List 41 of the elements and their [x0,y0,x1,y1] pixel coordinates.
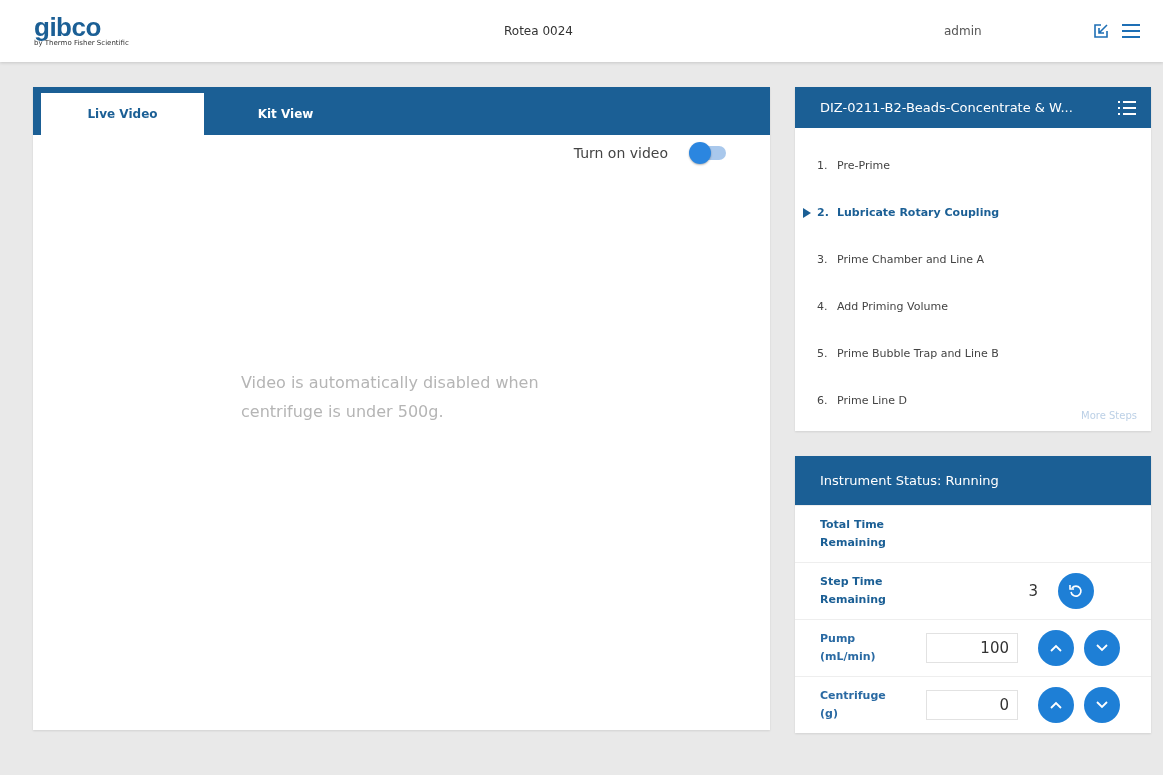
step-label[interactable]: Lubricate Rotary Coupling [837,206,1000,219]
status-title: Instrument Status: Running [820,473,999,488]
step-number: 4. [817,300,829,313]
value-field[interactable]: 0 [926,690,1018,720]
export-icon[interactable] [1093,23,1109,39]
chevron-down-icon [1096,644,1108,652]
decrease-button[interactable] [1084,630,1120,666]
status-label: Pump (mL/min) [820,631,877,665]
user-name: admin [944,24,983,38]
step-label[interactable]: Add Priming Volume [837,300,948,313]
step-number: 1. [817,159,829,172]
brand-logo: gibco [34,15,101,39]
video-disabled-message: Video is automatically disabled when centrifuge is under 500g. [241,372,540,423]
value-field[interactable]: 100 [926,633,1018,663]
step-label[interactable]: Prime Bubble Trap and Line B [837,347,999,360]
status-label: Total Time Remaining [820,517,887,551]
chevron-up-icon [1050,701,1062,709]
step-label[interactable]: Prime Line D [837,394,907,407]
tab[interactable]: Kit View [204,93,367,135]
step-number: 3. [817,253,829,266]
device-name: Rotea 0024 [504,24,574,38]
status-label: Step Time Remaining [820,574,887,608]
step-number: 2. [817,206,830,219]
increase-button[interactable] [1038,687,1074,723]
protocol-title: DIZ-0211-B2-Beads-Concentrate & W... [820,100,1073,115]
chevron-down-icon [1096,701,1108,709]
reset-button[interactable] [1058,573,1094,609]
tab[interactable]: Live Video [41,93,204,135]
toggle-label: Turn on video [573,145,668,161]
decrease-button[interactable] [1084,687,1120,723]
status-label: Centrifuge (g) [820,688,887,722]
step-label[interactable]: Prime Chamber and Line A [837,253,984,266]
step-label[interactable]: Pre-Prime [837,159,890,172]
menu-icon[interactable] [1121,23,1141,39]
status-value: 3 [1027,582,1038,600]
increase-button[interactable] [1038,630,1074,666]
step-number: 5. [817,347,829,360]
chevron-up-icon [1050,644,1062,652]
reset-icon [1069,584,1083,598]
step-number: 6. [817,394,829,407]
list-icon[interactable] [1117,99,1137,116]
